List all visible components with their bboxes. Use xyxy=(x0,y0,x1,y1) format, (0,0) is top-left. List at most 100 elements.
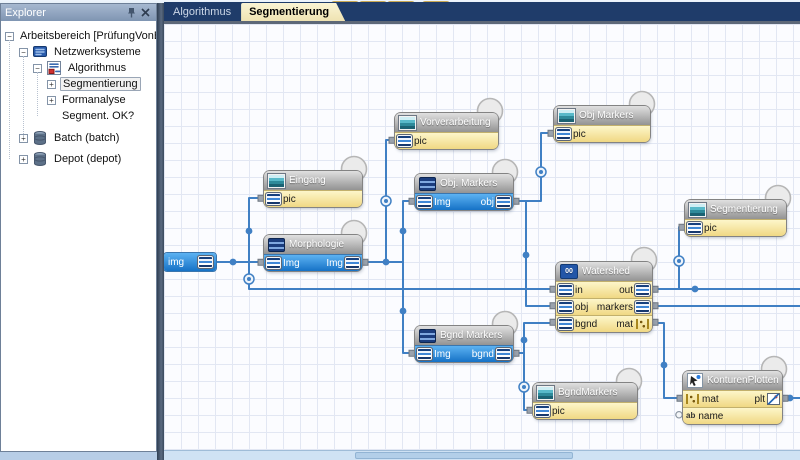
panel-splitter[interactable] xyxy=(157,3,164,460)
connector-left: pic xyxy=(688,223,717,234)
tree-item-arbeitsbereich-prüfungvonbieget[interactable]: −Arbeitsbereich [PrüfungVonBieget xyxy=(1,28,156,44)
subnetwork-icon xyxy=(419,177,436,191)
node-header[interactable]: 00Watershed xyxy=(556,262,652,281)
node-title: Bgnd Markers xyxy=(440,330,502,341)
application-window: 00? Explorer −Arbeitsbereich [PrüfungVon… xyxy=(0,0,800,460)
node-morphologie[interactable]: MorphologieImgImg xyxy=(264,235,362,271)
node-connector-row[interactable]: pic xyxy=(395,132,498,149)
node-connector-row[interactable]: pic xyxy=(533,402,637,419)
node-header[interactable]: Bgnd Markers xyxy=(415,326,513,345)
node-konturen-plotten[interactable]: KonturenPlotten matplt abname xyxy=(683,371,782,424)
connection-wire[interactable] xyxy=(526,201,552,306)
tree-item-algorithmus[interactable]: −Algorithmus xyxy=(1,60,156,76)
image-port-icon xyxy=(559,285,572,295)
tree-item-formanalyse[interactable]: +Formanalyse xyxy=(1,92,156,108)
scrollbar-thumb[interactable] xyxy=(355,452,573,459)
node-connector-row[interactable]: inout xyxy=(556,281,652,298)
explorer-panel-title: Explorer xyxy=(5,7,124,19)
node-connector-row[interactable]: pic xyxy=(685,219,786,236)
expand-icon[interactable]: + xyxy=(47,96,56,105)
tree-item-netzwerksysteme[interactable]: −Netzwerksysteme xyxy=(1,44,156,60)
expand-icon[interactable]: + xyxy=(19,155,28,164)
node-connector-row[interactable]: pic xyxy=(554,125,650,142)
explorer-titlebar: Explorer xyxy=(1,4,156,21)
tab-segmentierung[interactable]: Segmentierung xyxy=(241,3,345,21)
node-segmentierung[interactable]: Segmentierung pic xyxy=(685,200,786,236)
node-title: BgndMarkers xyxy=(558,387,617,398)
connector-label: pic xyxy=(283,194,296,205)
node-header[interactable]: Obj. Markers xyxy=(415,174,513,193)
pin-icon[interactable] xyxy=(124,6,138,19)
connector-right: Img xyxy=(326,258,359,269)
node-connector-row[interactable]: bgndmat xyxy=(556,315,652,332)
node-header[interactable]: KonturenPlotten xyxy=(683,371,782,390)
tree-item-segmentierung[interactable]: +Segmentierung xyxy=(1,76,156,92)
port-stub-right[interactable] xyxy=(652,303,658,309)
node-header[interactable]: Obj Markers xyxy=(554,106,650,125)
node-connector-row[interactable]: Img bgnd xyxy=(415,345,513,362)
tree-item-depot-depot[interactable]: +Depot (depot) xyxy=(1,151,156,167)
image-port-icon xyxy=(636,302,649,312)
image-port-icon xyxy=(398,136,411,146)
port-stub-right[interactable] xyxy=(513,198,519,204)
connector-label: obj xyxy=(481,197,494,208)
network-input-img[interactable]: img xyxy=(164,253,216,271)
image-port-icon xyxy=(636,285,649,295)
tab-algorithmus[interactable]: Algorithmus xyxy=(165,3,241,21)
node-bgnd-markers[interactable]: Bgnd Markers Img bgnd xyxy=(415,326,513,362)
horizontal-scrollbar[interactable] xyxy=(164,450,800,460)
node-header[interactable]: Eingang xyxy=(264,171,362,190)
port-stub-right[interactable] xyxy=(652,319,658,325)
node-header[interactable]: BgndMarkers xyxy=(533,383,637,402)
port-stub-right[interactable] xyxy=(362,259,368,265)
node-obj-markers-view[interactable]: Obj Markers pic xyxy=(554,106,650,142)
network-canvas[interactable]: EingangpicVorverarbeitungpicObj Markersp… xyxy=(164,24,800,451)
node-title: Obj Markers xyxy=(579,110,633,121)
connector-right: obj xyxy=(481,197,510,208)
tree-item-segment-ok[interactable]: Segment. OK? xyxy=(1,108,156,124)
close-icon[interactable] xyxy=(138,6,152,19)
node-obj-markers[interactable]: Obj. Markers Imgobj xyxy=(415,174,513,210)
port-open[interactable] xyxy=(676,412,682,418)
plot-port-icon xyxy=(768,394,779,404)
connector-right: bgnd xyxy=(472,349,510,360)
document-tabbar: AlgorithmusSegmentierung xyxy=(164,2,800,21)
node-header[interactable]: Segmentierung xyxy=(685,200,786,219)
port-stub-right[interactable] xyxy=(652,286,658,292)
node-connector-row[interactable]: abname xyxy=(683,407,782,424)
network-system-icon xyxy=(32,44,48,60)
node-header[interactable]: Vorverarbeitung xyxy=(395,113,498,132)
connector-left: abname xyxy=(686,411,723,422)
connection-wire[interactable] xyxy=(517,133,550,201)
text-port-icon: ab xyxy=(686,411,695,421)
node-bgndmarkers-view[interactable]: BgndMarkers pic xyxy=(533,383,637,419)
connection-wire[interactable] xyxy=(656,323,679,398)
node-title: KonturenPlotten xyxy=(707,375,778,386)
node-connector-row[interactable]: Imgobj xyxy=(415,193,513,210)
port-stub-right[interactable] xyxy=(782,395,788,401)
tree-item-batch-batch[interactable]: +Batch (batch) xyxy=(1,130,156,146)
wire-junction-dot xyxy=(400,228,407,235)
connector-left: Img xyxy=(418,349,451,360)
connector-label: pic xyxy=(573,129,586,140)
image-port-icon xyxy=(267,258,280,268)
node-connector-row[interactable]: matplt xyxy=(683,390,782,407)
matrix-port-icon xyxy=(686,394,699,404)
node-title: Segmentierung xyxy=(710,204,778,215)
node-connector-row[interactable]: objmarkers xyxy=(556,298,652,315)
connector-right: markers xyxy=(597,302,649,313)
node-connector-row[interactable]: pic xyxy=(264,190,362,207)
node-vorverarbeitung[interactable]: Vorverarbeitungpic xyxy=(395,113,498,149)
node-watershed[interactable]: 00Watershedinoutobjmarkersbgndmat xyxy=(556,262,652,332)
node-title: Obj. Markers xyxy=(440,178,497,189)
node-connector-row[interactable]: ImgImg xyxy=(264,254,362,271)
image-port-icon xyxy=(536,406,549,416)
connection-wire[interactable] xyxy=(403,262,411,353)
node-eingang[interactable]: Eingang pic xyxy=(264,171,362,207)
connector-label: mat xyxy=(616,319,633,330)
image-port-icon xyxy=(346,258,359,268)
image-port-icon xyxy=(557,129,570,139)
expand-icon[interactable]: + xyxy=(47,80,56,89)
node-header[interactable]: Morphologie xyxy=(264,235,362,254)
port-stub-right[interactable] xyxy=(513,350,519,356)
